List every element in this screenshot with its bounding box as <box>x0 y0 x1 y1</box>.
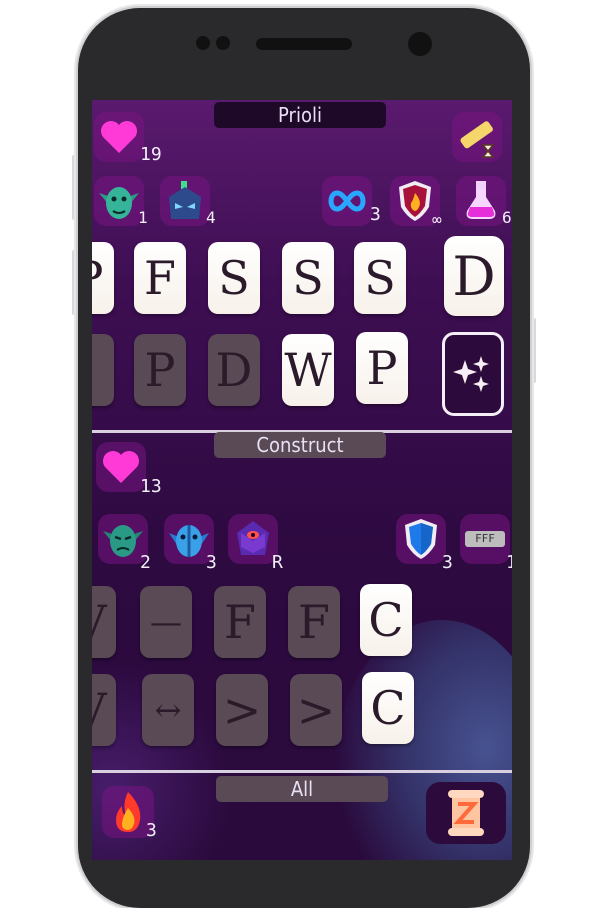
fff-count: 1 <box>506 552 512 573</box>
power-button <box>530 318 536 383</box>
goblin-icon <box>99 187 139 219</box>
letter-card-used[interactable]: F <box>288 586 340 658</box>
heart-slot[interactable] <box>96 442 146 492</box>
fire-count: 3 <box>146 820 157 841</box>
section-banner-all: All <box>216 776 388 802</box>
letter-card[interactable]: S <box>208 242 260 314</box>
potion-icon <box>466 181 496 219</box>
game-screen: Prioli 19 1 4 3 ∞ 6 F S S S D P D W P Co… <box>92 100 512 860</box>
scroll-hourglass-slot[interactable] <box>452 112 502 162</box>
front-camera <box>408 32 432 56</box>
shield-fire-count: ∞ <box>432 210 442 229</box>
letter-card-used[interactable]: D <box>208 334 260 406</box>
section-title: Construct <box>256 433 344 457</box>
letter-card[interactable]: S <box>282 242 334 314</box>
letter-card[interactable]: C <box>360 584 412 656</box>
goblin-icon <box>103 525 143 557</box>
letter-card[interactable]: P <box>92 242 114 314</box>
player-name-banner: Prioli <box>214 102 386 128</box>
unit-slot-eye-creature[interactable] <box>228 514 278 564</box>
fff-icon: FFF <box>465 531 505 547</box>
potion-count: 6 <box>502 208 512 227</box>
letter-card[interactable]: W <box>282 334 334 406</box>
eye-creature-icon <box>237 521 269 555</box>
scroll-button[interactable] <box>426 782 506 844</box>
heart-count: 19 <box>140 144 162 165</box>
unit-count: R <box>272 552 283 573</box>
heart-icon <box>103 451 139 483</box>
heart-icon <box>101 121 137 153</box>
shield-count: 3 <box>442 552 453 573</box>
heart-count: 13 <box>140 476 162 497</box>
shield-icon <box>405 519 437 559</box>
letter-card-used[interactable]: P <box>134 334 186 406</box>
fff-slot[interactable]: FFF <box>460 514 510 564</box>
unit-slot-robot[interactable] <box>160 176 210 226</box>
robot-icon <box>169 181 201 219</box>
blue-ogre-icon <box>169 525 209 557</box>
unit-count: 1 <box>138 208 148 227</box>
sensor-dot <box>196 36 210 50</box>
heart-slot[interactable] <box>94 112 144 162</box>
letter-card[interactable]: C <box>362 672 414 744</box>
sparkle-icon <box>453 356 489 392</box>
shield-fire-icon <box>399 181 431 221</box>
unit-count: 4 <box>206 208 216 227</box>
sparkle-button[interactable] <box>442 332 504 416</box>
unit-count: 2 <box>140 552 151 573</box>
player-name: Prioli <box>278 103 322 127</box>
letter-card-used[interactable]: F <box>214 586 266 658</box>
speaker-grille <box>256 38 352 50</box>
letter-card-used[interactable]: ↔ <box>142 674 194 746</box>
infinity-slot[interactable] <box>322 176 372 226</box>
letter-card[interactable]: S <box>354 242 406 314</box>
unit-count: 3 <box>206 552 217 573</box>
big-letter-card[interactable]: D <box>444 236 504 316</box>
letter-card-used[interactable] <box>92 334 114 406</box>
scroll-hourglass-icon <box>460 121 495 158</box>
section-banner-construct: Construct <box>214 432 386 458</box>
section-divider <box>92 770 512 773</box>
letter-card-used[interactable]: — <box>140 586 192 658</box>
unit-slot-goblin[interactable] <box>94 176 144 226</box>
letter-card[interactable]: P <box>356 332 408 404</box>
infinity-count: 3 <box>370 204 381 225</box>
letter-card-used[interactable]: > <box>290 674 342 746</box>
infinity-icon <box>328 190 366 212</box>
shield-slot[interactable] <box>396 514 446 564</box>
letter-card[interactable]: F <box>134 242 186 314</box>
section-title: All <box>290 777 314 801</box>
fire-icon <box>116 792 141 832</box>
sensor-dot <box>216 36 230 50</box>
letter-card-used[interactable]: > <box>216 674 268 746</box>
letter-card-used[interactable]: V <box>92 674 116 746</box>
potion-slot[interactable] <box>456 176 506 226</box>
letter-card-used[interactable]: V <box>92 586 116 658</box>
scroll-icon <box>448 790 484 836</box>
